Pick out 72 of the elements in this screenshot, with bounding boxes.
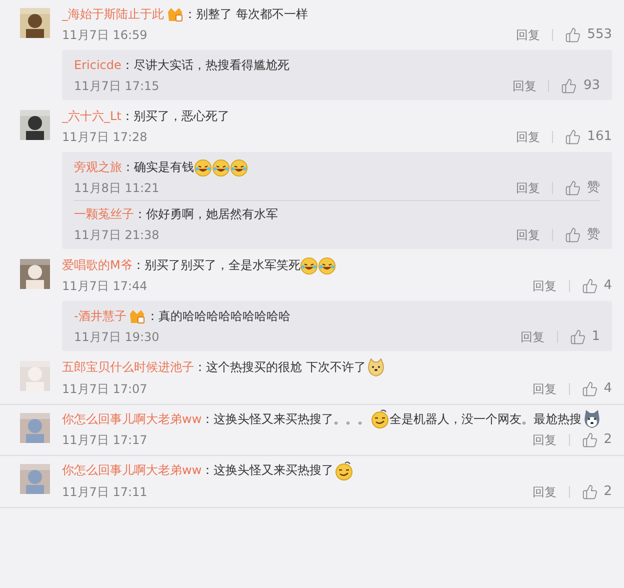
reply-link[interactable]: 回复 — [532, 380, 557, 398]
comment-text: ：真的哈哈哈哈哈哈哈哈哈 — [146, 309, 290, 323]
reply-link[interactable]: 回复 — [532, 277, 557, 295]
reply-link[interactable]: 回复 — [516, 226, 540, 244]
user-name[interactable]: 旁观之旅 — [74, 160, 122, 174]
husky-face-icon — [582, 409, 602, 430]
reply-link[interactable]: 回复 — [532, 483, 557, 502]
laughing-face-icon — [212, 158, 230, 177]
like-count: 赞 — [587, 179, 600, 197]
reply-link[interactable]: 回复 — [516, 26, 540, 44]
like-count: 93 — [583, 77, 600, 95]
reply-link[interactable]: 回复 — [516, 128, 540, 146]
timestamp: 11月7日 17:07 — [62, 380, 148, 398]
reply-link[interactable]: 回复 — [532, 431, 557, 450]
comment-text: ：这换头怪又来买热搜了。。。 — [202, 412, 370, 426]
timestamp: 11月8日 11:21 — [74, 180, 160, 197]
user-name[interactable]: 你怎么回事儿啊大老弟ww — [62, 412, 202, 426]
laughing-face-icon — [300, 256, 318, 275]
badge-icon — [128, 309, 146, 324]
comment-text: ：这换头怪又来买热搜了 — [202, 463, 334, 478]
reply-link[interactable]: 回复 — [512, 77, 536, 95]
like-icon[interactable] — [565, 27, 582, 43]
smirking-face-icon — [334, 461, 354, 482]
timestamp: 11月7日 17:15 — [74, 78, 160, 95]
like-icon[interactable] — [570, 329, 586, 345]
like-icon[interactable] — [565, 129, 582, 145]
like-icon[interactable] — [582, 380, 598, 397]
like-count: 4 — [604, 277, 612, 295]
timestamp: 11月7日 17:11 — [62, 484, 148, 502]
comment-text: ：你好勇啊，她居然有水军 — [134, 207, 278, 221]
comment-text: ：别买了，恶心死了 — [121, 109, 230, 123]
dog-face-icon — [366, 358, 386, 378]
user-name[interactable]: _六十六_Lt — [62, 109, 122, 123]
timestamp: 11月7日 17:17 — [62, 432, 148, 450]
like-icon[interactable] — [565, 227, 581, 243]
user-name[interactable]: 一颗菟丝子 — [74, 207, 134, 221]
like-count: 2 — [604, 431, 612, 450]
like-icon[interactable] — [582, 484, 598, 500]
comment-text: ：别买了别买了，全是水军笑死 — [132, 258, 300, 272]
reply-link[interactable]: 回复 — [516, 179, 540, 197]
reply-link[interactable]: 回复 — [520, 328, 545, 346]
timestamp: 11月7日 21:38 — [74, 227, 160, 244]
like-icon[interactable] — [582, 432, 598, 448]
user-name[interactable]: 五郎宝贝什么时候进池子 — [62, 360, 194, 374]
badge-icon — [166, 7, 184, 22]
comment-text: ：尽讲大实话，热搜看得尴尬死 — [121, 58, 290, 72]
comment-text: 全是机器人，没一个网友。最尬热搜 — [390, 412, 582, 426]
like-count: 赞 — [587, 226, 600, 244]
timestamp: 11月7日 19:30 — [74, 329, 160, 346]
like-count: 1 — [592, 328, 600, 346]
timestamp: 11月7日 17:44 — [62, 278, 148, 295]
laughing-face-icon — [230, 158, 248, 177]
user-name[interactable]: 你怎么回事儿啊大老弟ww — [62, 463, 202, 478]
like-count: 4 — [604, 380, 612, 398]
user-name[interactable]: _海始于斯陆止于此 — [62, 7, 164, 21]
comment-text: ：确实是有钱 — [122, 160, 194, 174]
comment-text: ：别整了 每次都不一样 — [184, 7, 308, 21]
like-count: 2 — [604, 483, 612, 502]
like-icon[interactable] — [582, 278, 598, 294]
like-icon[interactable] — [561, 78, 578, 94]
smirking-face-icon — [370, 409, 390, 430]
like-icon[interactable] — [565, 180, 581, 196]
user-name[interactable]: Ericicde — [74, 58, 122, 72]
user-name[interactable]: -酒井慧子 — [74, 309, 126, 323]
timestamp: 11月7日 17:28 — [62, 129, 148, 146]
timestamp: 11月7日 16:59 — [62, 27, 148, 44]
laughing-face-icon — [318, 256, 336, 275]
like-count: 161 — [587, 128, 612, 146]
laughing-face-icon — [194, 158, 212, 177]
comment-text: ：这个热搜买的很尬 下次不许了 — [194, 360, 366, 374]
user-name[interactable]: 爱唱歌的M爷 — [62, 258, 132, 272]
like-count: 553 — [587, 26, 612, 44]
